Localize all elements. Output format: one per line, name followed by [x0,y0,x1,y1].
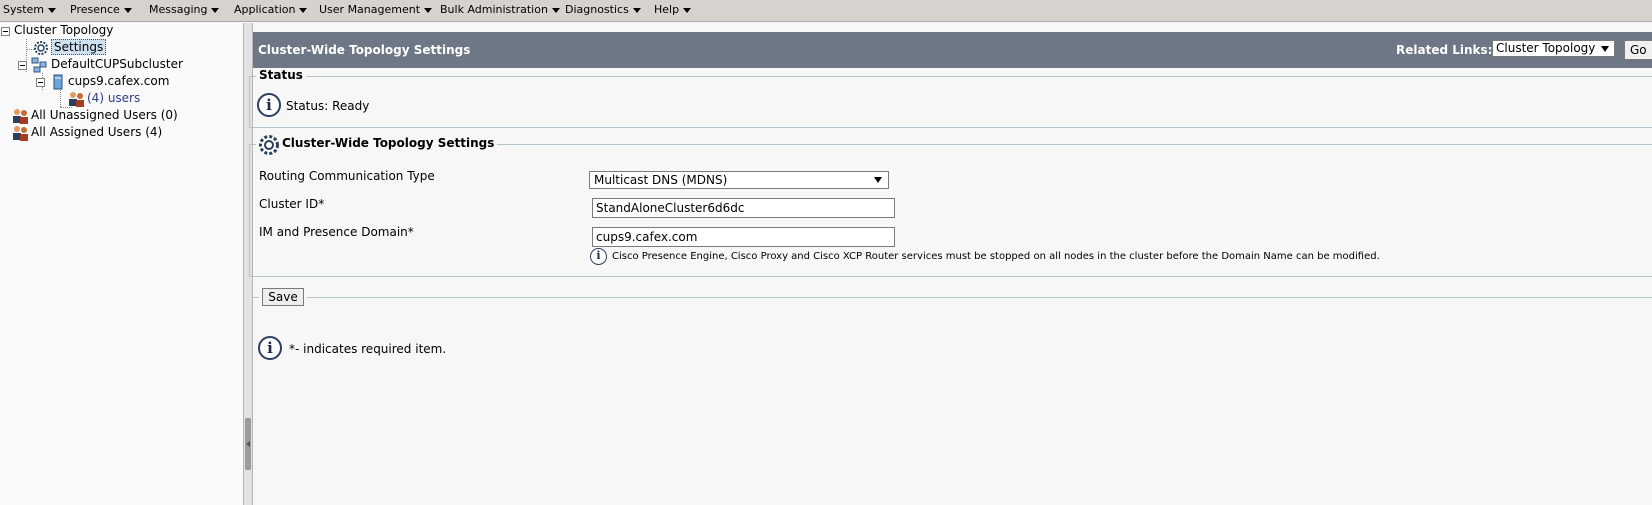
page-title: Cluster-Wide Topology Settings [258,43,471,57]
main-content: Cluster-Wide Topology Settings Related L… [249,23,1652,505]
caret-down-icon [211,7,220,13]
menu-label: Bulk Administration [440,3,548,16]
routing-type-value: Multicast DNS (MDNS) [594,173,728,187]
related-links-label: Related Links: [1396,43,1493,57]
required-mark: * [407,225,414,239]
menu-user-management[interactable]: User Management [319,3,433,16]
tree-root-cluster-topology[interactable]: Cluster Topology [14,23,113,37]
caret-down-icon [48,7,57,13]
info-icon: i [258,336,282,360]
menu-bulk-administration[interactable]: Bulk Administration [440,3,560,16]
cluster-id-label: Cluster ID* [259,197,324,211]
related-links-select[interactable]: Cluster Topology [1492,40,1615,57]
splitter-collapse-handle[interactable] [245,418,251,470]
collapse-icon[interactable] [36,78,45,87]
domain-label-text: IM and Presence Domain [259,225,408,239]
users-icon [13,126,28,141]
required-note: *- indicates required item. [289,342,447,356]
tree-users-label: (4) users [87,91,141,105]
menu-diagnostics[interactable]: Diagnostics [565,3,641,16]
subcluster-icon [31,57,47,73]
info-icon: i [257,93,281,117]
tree-node-label: cups9.cafex.com [68,74,170,88]
dropdown-arrow-icon [874,177,882,183]
caret-down-icon [632,7,641,13]
menu-label: Application [234,3,296,16]
collapse-icon[interactable] [1,27,10,36]
tree-item-assigned-users[interactable]: All Assigned Users (4) [31,125,162,139]
menu-label: Diagnostics [565,3,629,16]
caret-down-icon [683,7,692,13]
status-section: Status [249,68,1652,128]
menu-label: Help [654,3,680,16]
menu-label: Messaging [149,3,208,16]
menu-bar: System Presence Messaging Application Us… [0,0,1652,22]
status-legend: Status [256,68,306,82]
divider [253,297,259,298]
collapse-icon[interactable] [18,61,27,70]
tree-unassigned-label: All Unassigned Users (0) [31,108,178,122]
menu-label: System [3,3,45,16]
divider [307,297,1652,298]
status-text: Status: Ready [286,99,370,113]
related-links-value: Cluster Topology [1496,41,1596,55]
users-icon [69,92,84,107]
domain-note: Cisco Presence Engine, Cisco Proxy and C… [612,251,1380,262]
domain-label: IM and Presence Domain* [259,225,414,239]
server-icon [53,74,63,90]
caret-down-icon [123,7,132,13]
tree-item-users[interactable]: (4) users [87,91,140,105]
cluster-id-label-text: Cluster ID [259,197,319,211]
tree-item-unassigned-users[interactable]: All Unassigned Users (0) [31,108,178,122]
go-button[interactable]: Go [1624,40,1652,60]
tree-assigned-label: All Assigned Users (4) [31,125,163,139]
settings-legend: Cluster-Wide Topology Settings [256,136,498,150]
tree-settings-label: Settings [51,39,107,55]
menu-help[interactable]: Help [654,3,692,16]
caret-down-icon [551,7,560,13]
menu-system[interactable]: System [3,3,57,16]
tree-root-label: Cluster Topology [14,23,114,37]
menu-presence[interactable]: Presence [70,3,132,16]
routing-type-select[interactable]: Multicast DNS (MDNS) [589,171,889,189]
users-icon [13,109,28,124]
gear-icon [259,135,279,155]
menu-label: User Management [319,3,421,16]
required-mark: * [318,197,325,211]
cluster-id-field[interactable]: StandAloneCluster6d6dc [592,198,895,218]
tree-item-node[interactable]: cups9.cafex.com [68,74,169,88]
domain-field[interactable]: cups9.cafex.com [592,227,895,247]
caret-down-icon [424,7,433,13]
tree-item-subcluster[interactable]: DefaultCUPSubcluster [51,57,183,71]
menu-application[interactable]: Application [234,3,308,16]
save-button[interactable]: Save [262,288,304,306]
topology-tree: Cluster Topology Settings DefaultCUPSubc… [0,23,243,505]
gear-icon [34,41,48,55]
info-icon: i [590,248,607,265]
menu-messaging[interactable]: Messaging [149,3,220,16]
tree-connector [60,90,61,107]
caret-down-icon [299,7,308,13]
menu-label: Presence [70,3,120,16]
routing-type-label: Routing Communication Type [259,169,435,183]
dropdown-arrow-icon [1601,46,1609,52]
page-header: Cluster-Wide Topology Settings Related L… [253,32,1652,68]
tree-subcluster-label: DefaultCUPSubcluster [51,57,183,71]
tree-item-settings[interactable]: Settings [51,39,107,55]
